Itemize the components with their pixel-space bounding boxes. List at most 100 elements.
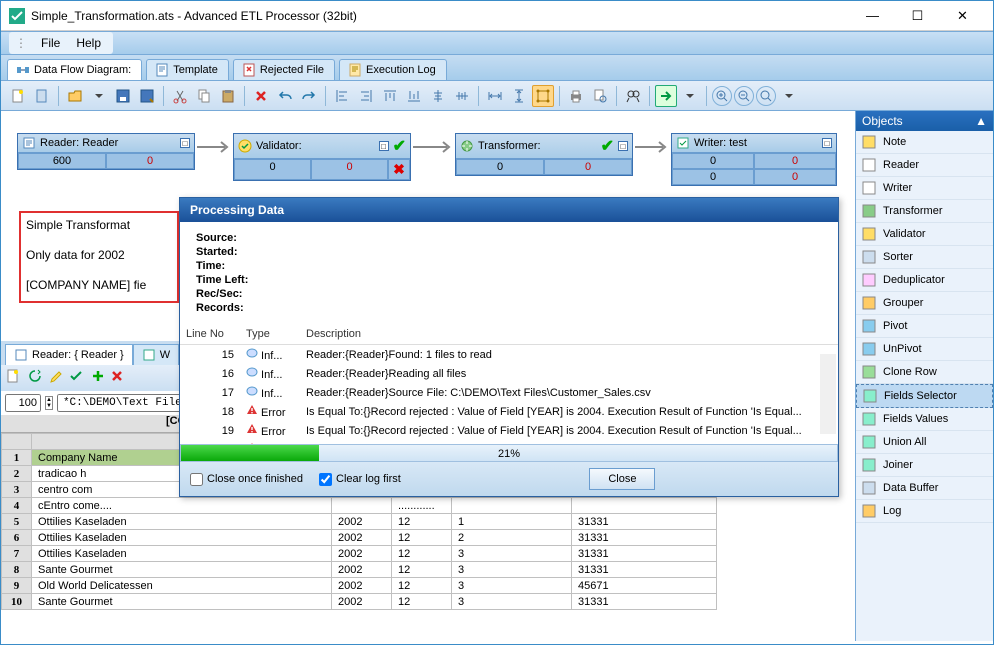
tab-data-flow[interactable]: Data Flow Diagram: [7, 59, 142, 80]
node-reader-pin[interactable]: □ [180, 138, 190, 148]
grid-row[interactable]: 10Sante Gourmet200212331331 [2, 594, 717, 610]
object-item-grouper[interactable]: Grouper [856, 292, 993, 315]
zoom-out-button[interactable] [734, 86, 754, 106]
object-item-note[interactable]: Note [856, 131, 993, 154]
col-lineno[interactable]: Line No [180, 324, 240, 345]
find-button[interactable] [622, 85, 644, 107]
new-button[interactable] [7, 85, 29, 107]
node-reader[interactable]: Reader: Reader □ 600 0 [17, 133, 195, 170]
tab-rejected[interactable]: Rejected File [233, 59, 335, 80]
close-button[interactable]: ✕ [940, 2, 985, 30]
bt-edit[interactable] [49, 368, 65, 389]
object-item-deduplicator[interactable]: Deduplicator [856, 269, 993, 292]
print-preview-button[interactable] [589, 85, 611, 107]
align-left-button[interactable] [331, 85, 353, 107]
undo-button[interactable] [274, 85, 296, 107]
zoom-in-button[interactable] [712, 86, 732, 106]
print-button[interactable] [565, 85, 587, 107]
row-spinner[interactable] [5, 394, 41, 412]
note-box[interactable]: Simple Transformat Only data for 2002 [C… [19, 211, 179, 303]
object-item-joiner[interactable]: Joiner [856, 454, 993, 477]
node-writer-pin[interactable]: □ [822, 138, 832, 148]
grid-row[interactable]: 9Old World Delicatessen200212345671 [2, 578, 717, 594]
grid-row[interactable]: 8Sante Gourmet200212331331 [2, 562, 717, 578]
save-button[interactable] [112, 85, 134, 107]
object-item-union-all[interactable]: Union All [856, 431, 993, 454]
chk-close-once[interactable]: Close once finished [190, 473, 303, 486]
log-table[interactable]: Line No Type Description 15 Inf...Reader… [180, 324, 838, 444]
log-icon [348, 63, 362, 77]
object-item-log[interactable]: Log [856, 500, 993, 523]
object-item-clone-row[interactable]: Clone Row [856, 361, 993, 384]
object-item-unpivot[interactable]: UnPivot [856, 338, 993, 361]
paste-button[interactable] [217, 85, 239, 107]
delete-button[interactable] [250, 85, 272, 107]
node-validator[interactable]: Validator: □ ✔ 0 0 ✖ [233, 133, 411, 181]
run-dropdown[interactable] [679, 85, 701, 107]
align-bottom-button[interactable] [403, 85, 425, 107]
node-transformer[interactable]: Transformer: ✔ □ 0 0 [455, 133, 633, 176]
tab-execution-log[interactable]: Execution Log [339, 59, 447, 80]
log-row[interactable]: 15 Inf...Reader:{Reader}Found: 1 files t… [180, 345, 838, 365]
dropdown-open[interactable] [88, 85, 110, 107]
node-validator-pin[interactable]: □ [379, 141, 389, 151]
node-transformer-pin[interactable]: □ [618, 141, 628, 151]
bt-remove[interactable] [109, 368, 125, 389]
object-item-fields-values[interactable]: Fields Values [856, 408, 993, 431]
grid-row[interactable]: 4cEntro come................ [2, 498, 717, 514]
bt-add[interactable] [90, 368, 106, 389]
copy-button[interactable] [193, 85, 215, 107]
col-desc[interactable]: Description [300, 324, 838, 345]
align-center-v-button[interactable] [451, 85, 473, 107]
dialog-close-button[interactable]: Close [589, 468, 655, 490]
objects-header[interactable]: Objects ▲ [856, 111, 993, 131]
tab-template[interactable]: Template [146, 59, 229, 80]
fit-height-button[interactable] [508, 85, 530, 107]
bottom-tab-reader[interactable]: Reader: { Reader } [5, 344, 133, 365]
maximize-button[interactable]: ☐ [895, 2, 940, 30]
menu-file[interactable]: File [35, 34, 66, 52]
chk-clear-log[interactable]: Clear log first [319, 473, 401, 486]
log-scrollbar[interactable] [820, 354, 836, 434]
bt-validate[interactable] [68, 368, 84, 389]
menu-help[interactable]: Help [70, 34, 107, 52]
minimize-button[interactable]: — [850, 2, 895, 30]
object-item-transformer[interactable]: Transformer [856, 200, 993, 223]
object-item-writer[interactable]: Writer [856, 177, 993, 200]
zoom-dropdown[interactable] [778, 85, 800, 107]
align-top-button[interactable] [379, 85, 401, 107]
save-as-button[interactable] [136, 85, 158, 107]
open-button[interactable] [64, 85, 86, 107]
snap-grid-button[interactable] [532, 85, 554, 107]
grid-row[interactable]: 7Ottilies Kaseladen200212331331 [2, 546, 717, 562]
run-button[interactable] [655, 85, 677, 107]
log-row[interactable]: 17 Inf...Reader:{Reader}Source File: C:\… [180, 383, 838, 402]
col-type[interactable]: Type [240, 324, 300, 345]
align-center-h-button[interactable] [427, 85, 449, 107]
object-item-pivot[interactable]: Pivot [856, 315, 993, 338]
object-item-fields-selector[interactable]: Fields Selector [856, 384, 993, 408]
object-item-sorter[interactable]: Sorter [856, 246, 993, 269]
grid-row[interactable]: 6Ottilies Kaseladen200212231331 [2, 530, 717, 546]
template-new-button[interactable] [31, 85, 53, 107]
node-validator-c2: 0 [311, 159, 388, 180]
cut-button[interactable] [169, 85, 191, 107]
log-row[interactable]: 16 Inf...Reader:{Reader}Reading all file… [180, 364, 838, 383]
grid-row[interactable]: 5Ottilies Kaseladen200212131331 [2, 514, 717, 530]
log-row[interactable]: 19 ErrorIs Equal To:{}Record rejected : … [180, 421, 838, 440]
spinner-buttons[interactable]: ▲▼ [45, 396, 53, 410]
note-l5: [COMPANY NAME] fie [26, 278, 146, 292]
log-row[interactable]: 18 ErrorIs Equal To:{}Record rejected : … [180, 402, 838, 421]
fit-width-button[interactable] [484, 85, 506, 107]
bottom-tab-w[interactable]: W [133, 344, 179, 365]
zoom-fit-button[interactable] [756, 86, 776, 106]
bt-new[interactable] [5, 368, 21, 389]
object-item-reader[interactable]: Reader [856, 154, 993, 177]
object-item-validator[interactable]: Validator [856, 223, 993, 246]
bt-refresh[interactable] [27, 368, 43, 389]
align-right-button[interactable] [355, 85, 377, 107]
redo-button[interactable] [298, 85, 320, 107]
node-writer[interactable]: Writer: test □ 0 0 0 0 [671, 133, 837, 186]
object-item-data-buffer[interactable]: Data Buffer [856, 477, 993, 500]
object-item-label: Union All [883, 436, 926, 448]
